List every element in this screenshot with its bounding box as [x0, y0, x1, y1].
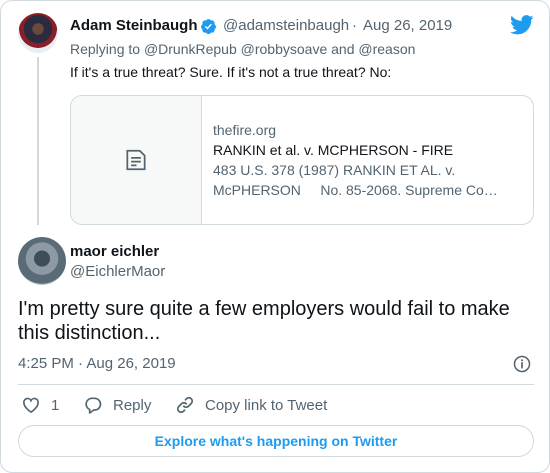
author-name[interactable]: Adam Steinbaugh	[70, 17, 198, 34]
reply-bubble-icon	[85, 397, 102, 414]
link-description: McPHERSON No. 85-2068. Supreme Co…	[213, 182, 498, 198]
info-icon[interactable]	[512, 354, 532, 374]
reply-mention[interactable]: @DrunkRepub	[144, 41, 237, 57]
separator-dot: ·	[352, 17, 357, 34]
tweet-timestamp[interactable]: 4:25 PM · Aug 26, 2019	[18, 355, 176, 372]
explore-button[interactable]: Explore what's happening on Twitter	[18, 425, 534, 457]
like-count: 1	[51, 396, 60, 414]
link-icon	[176, 396, 194, 414]
divider	[18, 384, 534, 385]
document-icon	[126, 149, 146, 171]
reply-mention[interactable]: @reason	[358, 41, 415, 57]
copy-link-label: Copy link to Tweet	[205, 396, 328, 414]
link-domain: thefire.org	[213, 122, 277, 138]
author-handle[interactable]: @adamsteinbaugh	[223, 17, 349, 34]
link-description: 483 U.S. 378 (1987) RANKIN ET AL. v.	[213, 162, 456, 178]
tweet-time[interactable]: 4:25 PM	[18, 355, 74, 372]
reply-mention[interactable]: @robbysoave	[241, 41, 328, 57]
main-tweet-text: I'm pretty sure quite a few employers wo…	[18, 298, 510, 344]
separator-dot: ·	[78, 355, 84, 372]
twitter-bird-icon[interactable]	[510, 15, 534, 35]
copy-link-button[interactable]: Copy link to Tweet	[175, 395, 327, 415]
verified-badge-icon	[201, 19, 216, 35]
link-thumbnail	[71, 96, 202, 224]
avatar[interactable]	[18, 13, 58, 53]
author-handle[interactable]: @EichlerMaor	[70, 263, 165, 280]
tweet-date[interactable]: Aug 26, 2019	[86, 355, 175, 372]
heart-icon	[23, 397, 39, 414]
link-body: thefire.org RANKIN et al. v. MCPHERSON -…	[213, 120, 525, 200]
replying-prefix: Replying to	[70, 41, 141, 57]
author-name[interactable]: maor eichler	[70, 243, 159, 260]
reply-label: Reply	[113, 396, 152, 414]
like-button[interactable]: 1	[21, 395, 59, 415]
link-title: RANKIN et al. v. MCPHERSON - FIRE	[213, 142, 454, 158]
parent-tweet-text: If it's a true threat? Sure. If it's not…	[70, 64, 392, 80]
embedded-tweet-card: Adam Steinbaugh @adamsteinbaugh · Aug 26…	[0, 0, 550, 473]
thread-line	[37, 57, 39, 225]
replying-to: Replying to @DrunkRepub @robbysoave and …	[70, 41, 415, 57]
reply-button[interactable]: Reply	[83, 395, 151, 415]
replying-and: and	[331, 41, 355, 57]
tweet-date[interactable]: Aug 26, 2019	[363, 17, 452, 34]
link-preview-card[interactable]: thefire.org RANKIN et al. v. MCPHERSON -…	[70, 95, 534, 225]
avatar[interactable]	[18, 237, 66, 285]
